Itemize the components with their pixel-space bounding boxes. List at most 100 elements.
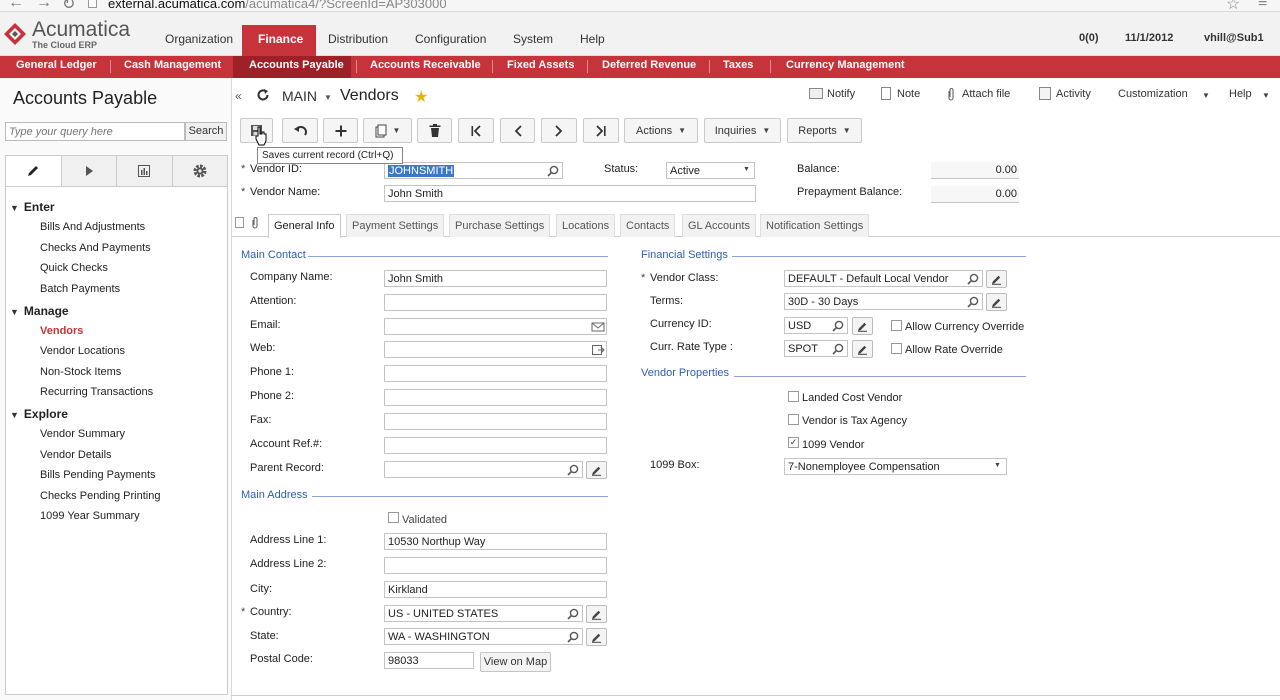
back-icon[interactable]: ← [8,0,24,11]
mail-icon[interactable] [591,320,605,334]
first-record-button[interactable] [458,118,494,143]
search-icon[interactable] [831,319,845,333]
allow-rate-override-checkbox[interactable] [891,343,902,354]
attach-file-link[interactable]: Attach file [962,88,1010,100]
fax-field[interactable] [384,413,607,430]
tab-payment-settings[interactable]: Payment Settings [346,214,445,237]
phone2-field[interactable] [384,389,607,406]
subnav-fixed-assets[interactable]: Fixed Assets [507,59,574,71]
tab-reports[interactable] [117,156,173,186]
refresh-icon[interactable] [256,88,270,102]
city-field[interactable]: Kirkland [384,581,607,598]
acumatica-logo-icon[interactable] [3,22,27,46]
parent-record-field[interactable] [384,461,583,478]
tab-contacts[interactable]: Contacts [620,214,676,237]
paperclip-icon[interactable] [251,216,260,229]
reload-icon[interactable]: ↻ [62,0,75,11]
account-ref-field[interactable] [384,437,607,454]
tree-item-checks-and-payments[interactable]: Checks And Payments [40,242,151,254]
topnav-organization[interactable]: Organization [165,32,233,46]
search-icon[interactable] [966,295,980,309]
user-name[interactable]: vhill@Sub1 [1204,32,1264,44]
topnav-help[interactable]: Help [580,32,605,46]
tab-edit[interactable] [6,156,62,186]
cancel-button[interactable] [282,118,318,143]
search-icon[interactable] [566,463,580,477]
address-bar[interactable]: external.acumatica.com/acumatica4/?Scree… [108,0,447,11]
topnav-configuration[interactable]: Configuration [415,32,486,46]
reports-menu-button[interactable]: Reports ▼ [787,118,862,143]
subnav-deferred-revenue[interactable]: Deferred Revenue [602,59,696,71]
subnav-accounts-receivable[interactable]: Accounts Receivable [370,59,481,71]
search-icon[interactable] [546,164,560,178]
chevron-down-icon[interactable]: ▼ [324,93,332,102]
vendor-class-edit-button[interactable] [986,270,1007,288]
copy-paste-button[interactable]: ▼ [363,118,412,143]
tree-group-enter[interactable]: ▼ Enter [10,200,55,214]
vendor-class-field[interactable]: DEFAULT - Default Local Vendor [784,270,983,287]
rate-type-edit-button[interactable] [852,340,873,358]
bookmark-star-icon[interactable]: ☆ [1226,0,1240,11]
vendor-id-field[interactable]: JOHNSMITH [384,162,563,179]
tree-item-batch-payments[interactable]: Batch Payments [40,283,120,295]
document-icon[interactable] [235,217,244,228]
add-button[interactable] [323,118,358,143]
tree-item-non-stock-items[interactable]: Non-Stock Items [40,366,121,378]
country-field[interactable]: US - UNITED STATES [384,605,583,622]
phone1-field[interactable] [384,365,607,382]
collapse-icon[interactable]: « [235,89,242,103]
search-icon[interactable] [566,607,580,621]
status-select[interactable]: Active ▼ [666,162,755,179]
address-line2-field[interactable] [384,557,607,574]
terms-edit-button[interactable] [986,293,1007,311]
subnav-accounts-payable[interactable]: Accounts Payable [249,59,344,71]
notify-link[interactable]: Notify [827,88,855,100]
business-date[interactable]: 11/1/2012 [1125,32,1173,44]
browser-menu-icon[interactable]: ≡ [1258,0,1267,11]
left-panel-search-input[interactable] [5,122,185,141]
notification-count[interactable]: 0(0) [1079,32,1099,44]
email-field[interactable] [384,318,607,335]
country-edit-button[interactable] [586,605,607,623]
customization-menu[interactable]: Customization [1118,88,1188,100]
last-record-button[interactable] [583,118,619,143]
tree-item-vendors[interactable]: Vendors [40,325,83,337]
forward-icon[interactable]: → [36,0,52,11]
vendor-name-field[interactable]: John Smith [384,185,756,202]
currency-id-field[interactable]: USD [784,317,848,334]
tab-purchase-settings[interactable]: Purchase Settings [449,214,551,237]
tab-gl-accounts[interactable]: GL Accounts [682,214,756,237]
topnav-finance[interactable]: Finance [258,32,303,46]
tree-item-vendor-details[interactable]: Vendor Details [40,449,112,461]
previous-record-button[interactable] [500,118,535,143]
parent-record-edit-button[interactable] [586,461,607,479]
1099-box-select[interactable]: 7-Nonemployee Compensation ▼ [784,458,1007,475]
tab-general-info[interactable]: General Info [268,214,341,238]
search-icon[interactable] [831,342,845,356]
topnav-distribution[interactable]: Distribution [328,32,388,46]
left-panel-search-button[interactable]: Search [185,122,227,141]
tax-agency-checkbox[interactable] [788,414,799,425]
chevron-down-icon[interactable]: ▼ [1262,91,1270,100]
subnav-general-ledger[interactable]: General Ledger [16,59,97,71]
actions-menu-button[interactable]: Actions ▼ [624,118,698,143]
subnav-currency-management[interactable]: Currency Management [786,59,905,71]
view-on-map-button[interactable]: View on Map [480,652,551,672]
tree-item-checks-pending-printing[interactable]: Checks Pending Printing [40,490,160,502]
tab-notification-settings[interactable]: Notification Settings [760,214,870,237]
tree-group-manage[interactable]: ▼ Manage [10,304,69,318]
currency-edit-button[interactable] [852,317,873,335]
landed-cost-checkbox[interactable] [788,391,799,402]
help-menu[interactable]: Help [1229,88,1252,100]
link-icon[interactable] [591,343,605,357]
rate-type-field[interactable]: SPOT [784,340,848,357]
tree-item-recurring-transactions[interactable]: Recurring Transactions [40,386,153,398]
favorite-star-icon[interactable]: ★ [414,87,428,107]
search-icon[interactable] [566,630,580,644]
search-icon[interactable] [966,272,980,286]
state-edit-button[interactable] [586,628,607,646]
topnav-system[interactable]: System [513,32,553,46]
tree-item-1099-year-summary[interactable]: 1099 Year Summary [40,510,140,522]
tab-locations[interactable]: Locations [556,214,616,237]
terms-field[interactable]: 30D - 30 Days [784,293,983,310]
